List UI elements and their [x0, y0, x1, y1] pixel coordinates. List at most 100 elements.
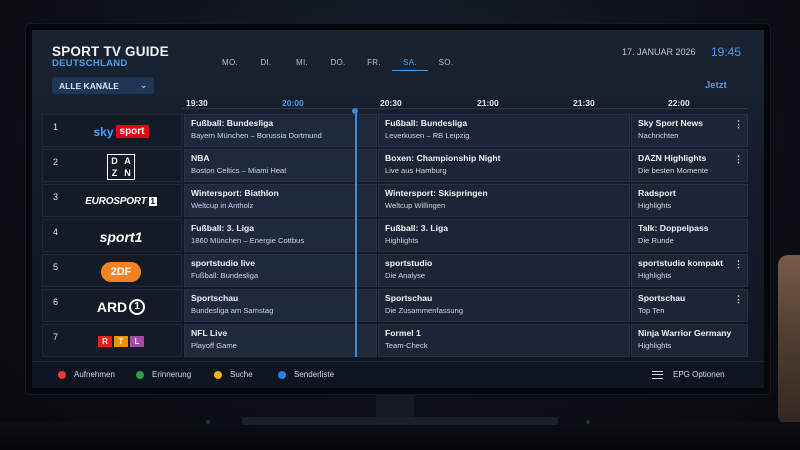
channel-logo-cell[interactable]: 6 ARD 1	[42, 289, 182, 322]
program-cell[interactable]: Radsport Highlights	[631, 184, 748, 217]
channel-row: 6 ARD 1 Sportschau Bundesliga am Samstag S…	[42, 289, 748, 322]
program-title: Radsport	[638, 188, 676, 198]
channel-row: 5 2DF sportstudio live Fußball: Bundeslig…	[42, 254, 748, 287]
program-subtitle: Boston Celtics – Miami Heat	[191, 166, 287, 175]
channel-number: 5	[53, 262, 59, 272]
red-key-record[interactable]: Aufnehmen	[58, 370, 115, 379]
program-cell[interactable]: sportstudio live Fußball: Bundesliga	[184, 254, 377, 287]
day-tab-di[interactable]: DI.	[248, 58, 284, 71]
program-cell[interactable]: Fußball: 3. Liga Highlights	[378, 219, 630, 252]
program-cell[interactable]: Sportschau Die Zusammenfassung	[378, 289, 630, 322]
day-tab-fr[interactable]: FR.	[356, 58, 392, 71]
green-button-icon	[136, 370, 144, 379]
day-tab-mi[interactable]: MI.	[284, 58, 320, 71]
program-cell[interactable]: Sky Sport News Nachrichten ⋮	[631, 114, 748, 147]
time-tick: 21:00	[477, 98, 499, 108]
program-cell[interactable]: Fußball: Bundesliga Bayern München – Boru…	[184, 114, 377, 147]
channel-logo-cell[interactable]: 1 sky sport	[42, 114, 182, 147]
program-subtitle: Weltcup Willingen	[385, 201, 446, 210]
channel-logo-cell[interactable]: 4 sport1	[42, 219, 182, 252]
channel-logo-cell[interactable]: 2 DAZN	[42, 149, 182, 182]
timeline: 19:30 20:00 20:30 21:00 21:30 22:00	[182, 95, 748, 109]
day-tab-mo[interactable]: MO.	[212, 58, 248, 71]
program-subtitle: Fußball: Bundesliga	[191, 271, 259, 280]
program-title: Sportschau	[638, 293, 686, 303]
yellow-button-icon	[214, 370, 222, 379]
channel-row: 3 EUROSPORT 1 Wintersport: Biathlon Weltcu…	[42, 184, 748, 217]
epg-options-button[interactable]: EPG Optionen	[652, 370, 725, 379]
tv-foot-left	[206, 420, 210, 424]
more-options-icon[interactable]: ⋮	[734, 119, 743, 130]
program-subtitle: Top Ten	[638, 306, 665, 315]
sport1-logo: sport1	[99, 228, 143, 245]
program-cell[interactable]: Boxen: Championship Night Live aus Hambur…	[378, 149, 630, 182]
program-subtitle: Playoff Game	[191, 341, 237, 350]
program-subtitle: Highlights	[385, 236, 419, 245]
program-cell[interactable]: DAZN Highlights Die besten Momente ⋮	[631, 149, 748, 182]
program-title: Fußball: 3. Liga	[385, 223, 449, 233]
footer-bar: Aufnehmen Erinnerung Suche Senderliste E…	[32, 361, 764, 388]
channel-logo-cell[interactable]: 5 2DF	[42, 254, 182, 287]
blue-button-icon	[278, 370, 286, 379]
program-subtitle: Live aus Hamburg	[385, 166, 447, 175]
program-title: NBA	[191, 153, 210, 163]
program-title: Sportschau	[191, 293, 239, 303]
time-tick: 20:00	[282, 98, 304, 108]
now-button[interactable]: Jetzt	[705, 80, 727, 91]
more-options-icon[interactable]: ⋮	[734, 294, 743, 305]
day-tab-sa[interactable]: SA.	[392, 58, 428, 71]
tv-screen: SPORT TV GUIDE DEUTSCHLAND MO. DI. MI. D…	[32, 30, 764, 388]
time-tick: 22:00	[668, 98, 690, 108]
program-title: Fußball: Bundesliga	[385, 118, 468, 128]
channel-number: 6	[53, 297, 59, 307]
program-cell[interactable]: Talk: Doppelpass Die Runde	[631, 219, 748, 252]
program-title: sportstudio kompakt	[638, 258, 723, 268]
program-subtitle: Bayern München – Borussia Dortmund	[191, 131, 322, 140]
channel-filter-label: ALLE KANÄLE	[59, 80, 119, 91]
program-title: Sky Sport News	[638, 118, 703, 128]
key-label: Aufnehmen	[74, 370, 115, 379]
program-cell[interactable]: Formel 1 Team-Check	[378, 324, 630, 357]
program-cell[interactable]: Fußball: Bundesliga Leverkusen – RB Leipz…	[378, 114, 630, 147]
program-title: Wintersport: Biathlon	[191, 188, 279, 198]
channel-logo-cell[interactable]: 3 EUROSPORT 1	[42, 184, 182, 217]
program-cell[interactable]: NBA Boston Celtics – Miami Heat	[184, 149, 377, 182]
channel-number: 3	[53, 192, 59, 202]
program-subtitle: Die besten Momente	[638, 166, 709, 175]
channel-logo-cell[interactable]: 7 RTL	[42, 324, 182, 357]
yellow-key-search[interactable]: Suche	[214, 370, 253, 379]
program-title: Fußball: Bundesliga	[191, 118, 274, 128]
more-options-icon[interactable]: ⋮	[734, 259, 743, 270]
program-cell[interactable]: Sportschau Bundesliga am Samstag	[184, 289, 377, 322]
program-subtitle: Bundesliga am Samstag	[191, 306, 274, 315]
zdf-logo: 2DF	[101, 261, 141, 282]
region-label: DEUTSCHLAND	[52, 58, 128, 69]
time-tick: 19:30	[186, 98, 208, 108]
key-label: Suche	[230, 370, 253, 379]
program-subtitle: Highlights	[638, 271, 672, 280]
channel-filter-dropdown[interactable]: ALLE KANÄLE ⌄	[52, 77, 154, 94]
program-cell[interactable]: Wintersport: Skispringen Weltcup Willinge…	[378, 184, 630, 217]
green-key-reminder[interactable]: Erinnerung	[136, 370, 191, 379]
day-tab-so[interactable]: SO.	[428, 58, 464, 71]
program-cell[interactable]: Ninja Warrior Germany Highlights	[631, 324, 748, 357]
program-cell[interactable]: Wintersport: Biathlon Weltcup in Antholz	[184, 184, 377, 217]
channel-row: 2 DAZN NBA Boston Celtics – Miami Heat Bo…	[42, 149, 748, 182]
blue-key-channel-list[interactable]: Senderliste	[278, 370, 334, 379]
more-options-icon[interactable]: ⋮	[734, 154, 743, 165]
program-cell[interactable]: sportstudio kompakt Highlights ⋮	[631, 254, 748, 287]
channel-number: 4	[53, 227, 59, 237]
program-subtitle: Nachrichten	[638, 131, 679, 140]
day-selector: MO. DI. MI. DO. FR. SA. SO.	[212, 58, 464, 71]
tv-console	[0, 422, 800, 450]
day-tab-do[interactable]: DO.	[320, 58, 356, 71]
menu-icon	[652, 370, 663, 379]
program-cell[interactable]: sportstudio Die Analyse	[378, 254, 630, 287]
rtl-logo: RTL	[98, 336, 144, 347]
program-cell[interactable]: Sportschau Top Ten ⋮	[631, 289, 748, 322]
ard-logo: ARD 1	[97, 298, 146, 315]
program-subtitle: Highlights	[638, 341, 672, 350]
program-cell[interactable]: NFL Live Playoff Game	[184, 324, 377, 357]
program-cell[interactable]: Fußball: 3. Liga 1860 München – Energie C…	[184, 219, 377, 252]
tv-stand	[376, 394, 414, 418]
